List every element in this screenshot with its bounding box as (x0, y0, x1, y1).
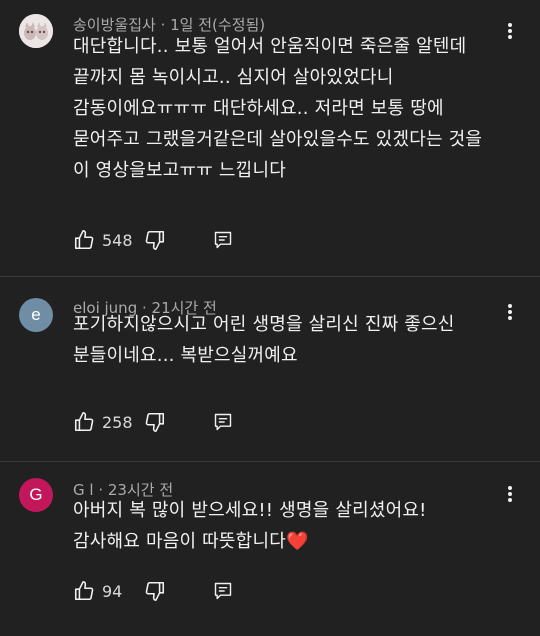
avatar[interactable]: e (19, 298, 53, 332)
dislike-button[interactable] (144, 411, 166, 433)
thumbs-up-icon (74, 230, 94, 250)
comment-actions: 94 (73, 579, 233, 603)
like-count: 548 (102, 230, 133, 250)
comment-actions: 258 (73, 410, 233, 434)
comment-3: G G l · 23시간 전 아버지 복 많이 받으세요!! 생명을 살리셨어요… (0, 462, 540, 636)
thumbs-up-icon (74, 581, 94, 601)
avatar[interactable]: G (19, 478, 53, 512)
comment-actions: 548 (73, 228, 233, 252)
reply-button[interactable] (213, 230, 233, 250)
more-vertical-icon[interactable] (502, 483, 518, 505)
like-button[interactable]: 94 (73, 580, 144, 602)
cat-avatar-image (19, 14, 53, 48)
comment-text-body: 아버지 복 많이 받으세요!! 생명을 살리셨어요! 감사해요 마음이 따뜻합니… (73, 500, 427, 552)
comment-2: e eloi jung · 21시간 전 포기하지않으시고 어린 생명을 살리신… (0, 277, 540, 461)
dislike-button[interactable] (144, 229, 166, 251)
like-button[interactable]: 258 (73, 411, 144, 433)
like-count: 94 (102, 581, 123, 601)
thumbs-down-icon (145, 230, 165, 250)
reply-icon (214, 413, 232, 431)
reply-icon (214, 582, 232, 600)
comment-text: 포기하지않으시고 어린 생명을 살리신 진짜 좋으신 분들이네요... 복받으실… (73, 314, 455, 366)
reply-icon (214, 231, 232, 249)
thumbs-down-icon (145, 581, 165, 601)
dislike-button[interactable] (144, 580, 166, 602)
like-count: 258 (102, 412, 133, 432)
comment-text: 아버지 복 많이 받으세요!! 생명을 살리셨어요! 감사해요 마음이 따뜻합니… (73, 495, 510, 557)
thumbs-down-icon (145, 412, 165, 432)
reply-button[interactable] (213, 412, 233, 432)
more-vertical-icon[interactable] (502, 20, 518, 42)
more-vertical-icon[interactable] (502, 301, 518, 323)
comment-1: 송이방울집사 · 1일 전(수정됨) 대단합니다.. 보통 얼어서 안움직이면 … (0, 0, 540, 276)
like-button[interactable]: 548 (73, 229, 144, 251)
heart-emoji: ❤️ (285, 531, 309, 552)
thumbs-up-icon (74, 412, 94, 432)
reply-button[interactable] (213, 581, 233, 601)
avatar[interactable] (19, 14, 53, 48)
comment-text: 대단합니다.. 보통 얼어서 안움직이면 죽은줄 알텐데 끝까지 몸 녹이시고.… (73, 36, 483, 181)
